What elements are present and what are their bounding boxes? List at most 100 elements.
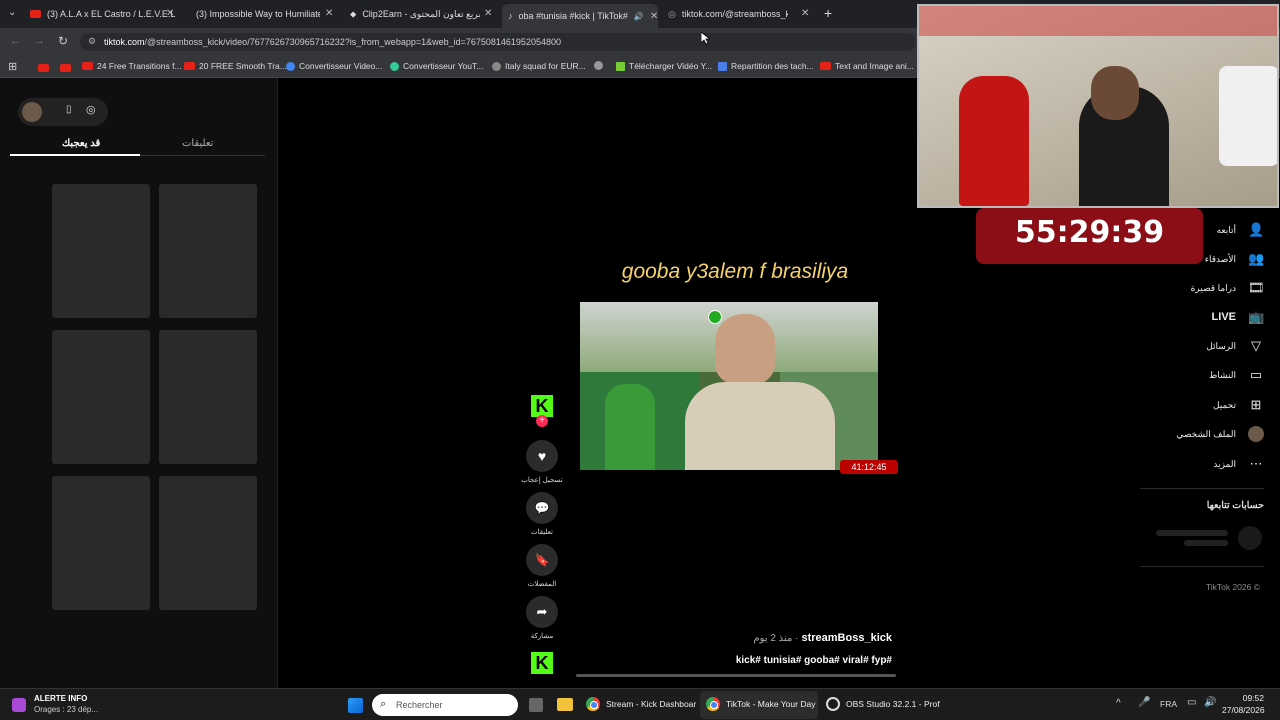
video-thumbnail[interactable]	[52, 330, 150, 464]
nav-activity[interactable]: النشاط ▭	[1209, 367, 1264, 383]
taskbar-app-obs[interactable]: OBS Studio 32.2.1 - Prof	[826, 697, 940, 711]
mouse-cursor-icon	[701, 32, 710, 45]
nav-short-drama[interactable]: دراما قصيرة 🎞	[1191, 280, 1265, 296]
video-thumbnail[interactable]	[159, 476, 257, 610]
youtube-bookmark-icon[interactable]	[60, 64, 71, 72]
author-line: منذ 2 يوم · streamBoss_kick	[700, 632, 892, 644]
video-thumbnail[interactable]	[159, 184, 257, 318]
bookmark-icon: 🔖	[534, 553, 550, 567]
device-icon[interactable]: ▯	[66, 104, 72, 115]
address-bar[interactable]: ⚙ tiktok.com/@streamboss_kick/video/7677…	[80, 33, 916, 51]
favorites-button[interactable]: 🔖	[526, 544, 558, 576]
following-icon: 👤	[1248, 222, 1265, 237]
author-name[interactable]: streamBoss_kick	[801, 632, 892, 644]
bookmark-item[interactable]: Italy squad for EUR...	[492, 61, 586, 71]
more-icon: ⋯	[1249, 456, 1263, 471]
tray-chevron-icon[interactable]: ^	[1116, 698, 1121, 709]
apps-grid-icon[interactable]: ⊞	[8, 60, 17, 73]
close-tab-icon[interactable]: ✕	[801, 8, 809, 19]
tab-4-active[interactable]: ♪ oba #tunisia #kick | TikTok# 🔊 ✕	[502, 4, 658, 28]
bookmark-item[interactable]: 20 FREE Smooth Tra...	[184, 61, 287, 71]
video-frame[interactable]	[580, 302, 878, 470]
google-icon	[286, 61, 295, 71]
site-info-icon[interactable]: ⚙	[88, 36, 96, 47]
youtube-bookmark-icon[interactable]	[38, 64, 49, 72]
nav-messages[interactable]: الرسائل ▽	[1206, 338, 1264, 354]
bookmark-item[interactable]	[594, 61, 603, 70]
left-panel: ▯ ◎ قد يعجبك تعليقات	[0, 78, 278, 688]
divider	[1140, 566, 1264, 567]
bookmark-item[interactable]: Text and Image ani...	[820, 61, 914, 71]
video-thumbnail[interactable]	[52, 476, 150, 610]
close-tab-icon[interactable]: ✕	[166, 8, 174, 19]
file-explorer-icon[interactable]	[557, 698, 573, 711]
network-icon[interactable]: ▭	[1187, 697, 1196, 708]
profile-icon	[1248, 426, 1264, 442]
video-thumbnail[interactable]	[159, 330, 257, 464]
volume-icon[interactable]: 🔊	[1204, 697, 1216, 708]
video-caption-title: gooba y3alem f brasiliya	[621, 260, 849, 283]
tab-label: Clip2Earn - تسريع تعاون المحتوى	[362, 8, 480, 19]
nav-friends[interactable]: الأصدقاء 👥	[1205, 251, 1264, 267]
taskbar-app-tiktok[interactable]: TikTok - Make Your Day	[706, 697, 815, 711]
speaker-icon[interactable]: 🔊	[634, 12, 644, 21]
tab-5[interactable]: ◎ tiktok.com/@streamboss_kick/v	[668, 4, 788, 24]
video-thumbnail[interactable]	[52, 184, 150, 318]
reload-icon[interactable]: ↻	[58, 34, 68, 48]
close-tab-icon[interactable]: ✕	[484, 8, 492, 19]
news-subtitle[interactable]: Orages : 23 dép...	[34, 705, 98, 714]
close-tab-icon[interactable]: ✕	[650, 11, 658, 22]
tab-3[interactable]: ⬥ Clip2Earn - تسريع تعاون المحتوى	[350, 4, 480, 24]
nav-profile[interactable]: الملف الشخصي	[1176, 426, 1264, 442]
favorites-label: المفضلات	[527, 581, 557, 588]
bookmark-item[interactable]: Convertisseur Video...	[286, 61, 382, 71]
nav-following[interactable]: أتابعه 👤	[1216, 222, 1265, 238]
progress-bar[interactable]	[576, 674, 896, 677]
tab-recommended[interactable]: قد يعجبك	[62, 138, 100, 149]
close-tab-icon[interactable]: ✕	[325, 8, 333, 19]
like-button[interactable]: ♥	[526, 440, 558, 472]
upload-icon: ⊞	[1250, 397, 1262, 412]
hashtags[interactable]: kick# tunisia# gooba# viral# fyp#	[700, 655, 892, 666]
forward-arrow-icon[interactable]: →	[34, 35, 45, 47]
new-tab-plus-icon[interactable]: +	[824, 5, 832, 21]
task-view-icon[interactable]	[529, 698, 543, 712]
nav-live[interactable]: LIVE 📺	[1212, 309, 1265, 325]
tab-list-chevron-icon[interactable]: ⌄	[8, 7, 16, 18]
taskbar-search[interactable]: ⌕ Rechercher	[372, 694, 518, 716]
tab-comments[interactable]: تعليقات	[182, 138, 213, 149]
microphone-icon[interactable]: 🎤	[1138, 697, 1150, 708]
tab-1[interactable]: (3) A.L.A x EL Castro / L.E.V.E.L	[30, 4, 180, 24]
kick-disc-icon[interactable]: K	[531, 652, 553, 674]
tab-2[interactable]: (3) Impossible Way to Humiliate	[190, 4, 320, 24]
tab-label: tiktok.com/@streamboss_kick/v	[681, 9, 788, 19]
follow-plus-icon[interactable]: +	[536, 415, 548, 427]
bookmark-item[interactable]: Convertisseur YouT...	[390, 61, 483, 71]
globe-icon: ◎	[668, 8, 676, 19]
tab-label: oba #tunisia #kick | TikTok#	[518, 11, 628, 21]
person-shirt	[685, 382, 835, 470]
taskbar-app-kick[interactable]: Stream - Kick Dashboar	[586, 697, 696, 711]
back-arrow-icon[interactable]: ←	[10, 35, 21, 47]
news-widget-icon[interactable]	[12, 698, 26, 712]
share-button[interactable]: ➦	[526, 596, 558, 628]
nav-label: أتابعه	[1216, 224, 1236, 235]
news-title[interactable]: ALERTE INFO	[34, 694, 87, 703]
compass-icon[interactable]: ◎	[86, 103, 96, 116]
clock-date[interactable]: 27/08/2026	[1222, 705, 1265, 715]
comment-bubble-icon: 💬	[534, 501, 550, 515]
comments-button[interactable]: 💬	[526, 492, 558, 524]
live-icon: 📺	[1248, 309, 1265, 324]
bookmark-item[interactable]: 24 Free Transitions f...	[82, 61, 182, 71]
avatar[interactable]	[22, 102, 42, 122]
clip-icon: ⬥	[350, 8, 357, 19]
clock-time[interactable]: 09:52	[1222, 693, 1264, 703]
inbox-icon: ▭	[1249, 367, 1263, 382]
bookmark-item[interactable]: Repartition des tach...	[718, 61, 814, 71]
kick-logo-avatar-icon[interactable]: K	[531, 395, 553, 417]
nav-more[interactable]: المزيد ⋯	[1213, 456, 1264, 472]
nav-upload[interactable]: تحميل ⊞	[1213, 397, 1264, 413]
language-indicator[interactable]: FRA	[1160, 699, 1177, 709]
windows-start-icon[interactable]	[348, 698, 363, 713]
bookmark-item[interactable]: Télécharger Vidéo Y...	[616, 61, 712, 71]
